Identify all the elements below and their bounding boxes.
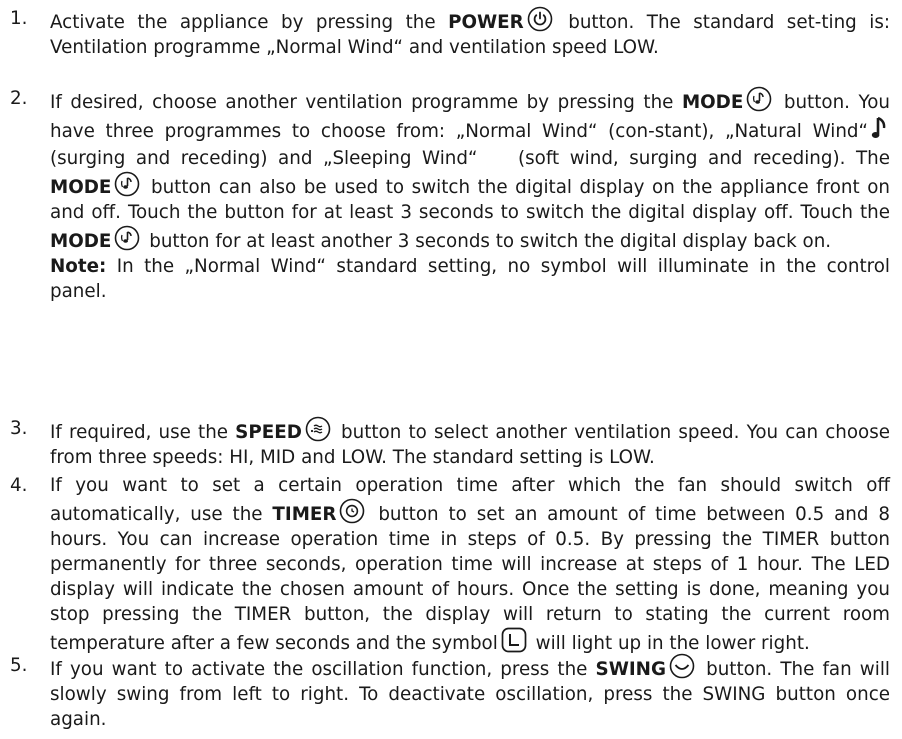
step-number: 2.	[10, 88, 28, 109]
step-text: button can also be used to switch the di…	[50, 177, 890, 223]
step-number: 1.	[10, 8, 28, 29]
step-text: (soft wind, surging and receding). The	[507, 148, 890, 169]
step-number: 5.	[10, 655, 28, 676]
step-text: (surging and receding) and „Sleeping Win…	[50, 148, 478, 169]
step-text: will light up in the lower right.	[529, 633, 810, 654]
step-text: If desired, choose another ventilation p…	[50, 92, 682, 113]
button-keyword: SPEED	[235, 422, 302, 443]
step-3: 3. If required, use the SPEED button to …	[10, 416, 890, 470]
timer-display-symbol-icon	[501, 627, 527, 653]
step-1: 1. Activate the appliance by pressing th…	[10, 6, 890, 60]
step-text: If you want to activate the oscillation …	[50, 659, 596, 680]
step-body: Activate the appliance by pressing the P…	[50, 6, 890, 60]
manual-page: 1. Activate the appliance by pressing th…	[0, 0, 902, 739]
swing-icon	[669, 653, 695, 679]
mode-icon	[114, 225, 140, 251]
step-body: If you want to set a certain operation t…	[50, 473, 890, 656]
note-text: In the „Normal Wind“ standard setting, n…	[50, 256, 890, 302]
button-keyword: SWING	[595, 659, 666, 680]
step-5: 5. If you want to activate the oscillati…	[10, 653, 890, 732]
mode-icon	[114, 171, 140, 197]
step-number: 3.	[10, 418, 28, 439]
mode-icon	[746, 86, 772, 112]
crescent-moon-icon	[480, 144, 504, 168]
music-note-icon	[871, 115, 887, 141]
step-text: If required, use the	[50, 422, 236, 443]
step-4: 4. If you want to set a certain operatio…	[10, 473, 890, 656]
button-keyword: TIMER	[272, 504, 337, 525]
button-keyword: MODE	[50, 177, 112, 198]
button-keyword: POWER	[448, 12, 524, 33]
note-label: Note:	[50, 256, 107, 277]
step-body: If desired, choose another ventilation p…	[50, 86, 890, 304]
button-keyword: MODE	[681, 92, 744, 113]
step-body: If you want to activate the oscillation …	[50, 653, 890, 732]
button-keyword: MODE	[50, 231, 112, 252]
step-number: 4.	[10, 475, 28, 496]
timer-icon	[339, 498, 365, 524]
note: Note: In the „Normal Wind“ standard sett…	[50, 254, 890, 304]
power-icon	[527, 6, 553, 32]
speed-icon	[305, 416, 331, 442]
step-text: button to set an amount of time between …	[50, 504, 891, 654]
step-2: 2. If desired, choose another ventilatio…	[10, 86, 890, 304]
step-text: Activate the appliance by pressing the	[50, 12, 449, 33]
step-body: If required, use the SPEED button to sel…	[50, 416, 890, 470]
step-text: button for at least another 3 seconds to…	[143, 231, 832, 252]
